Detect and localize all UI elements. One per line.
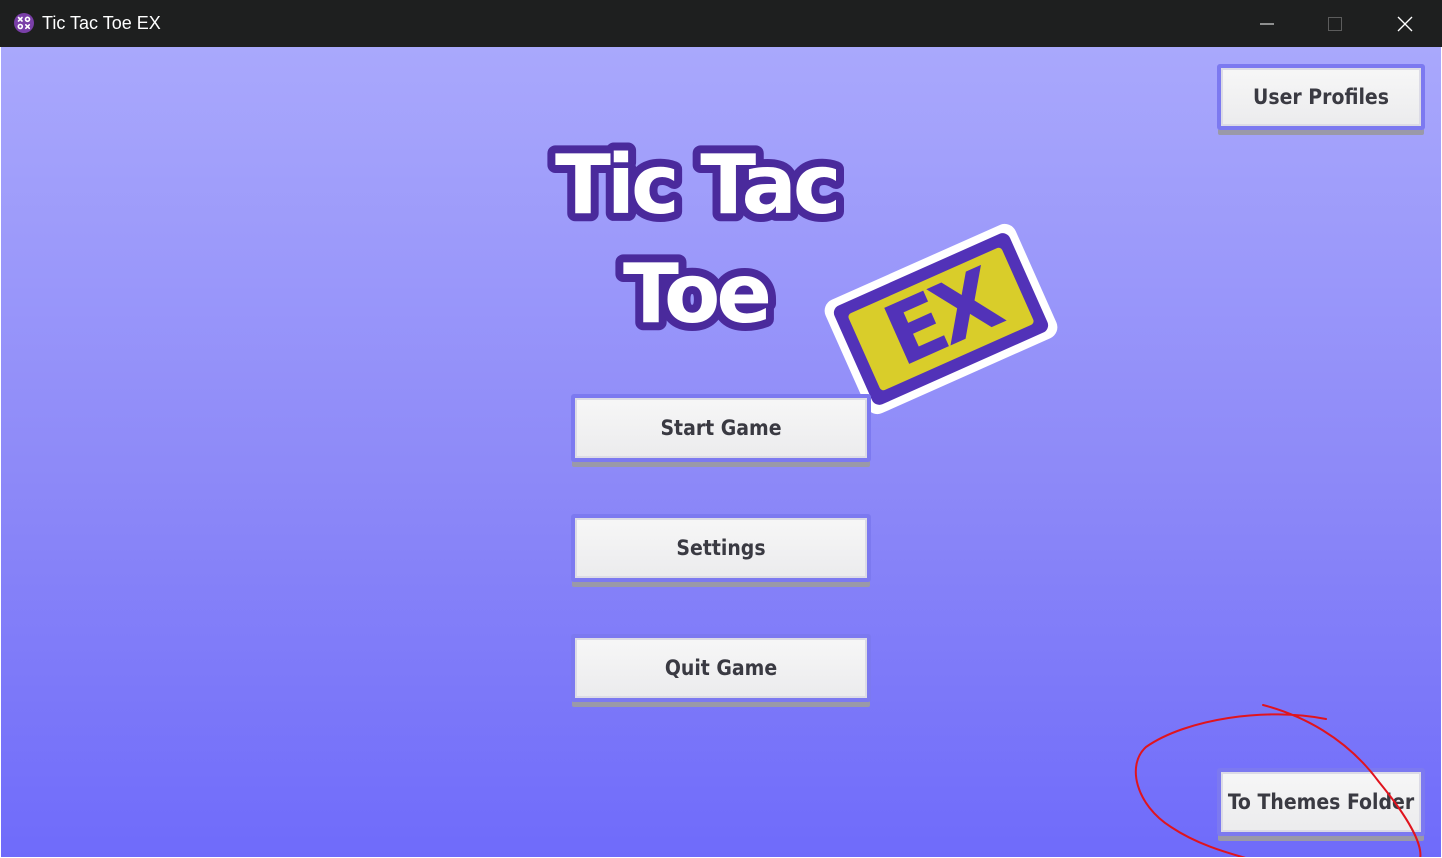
logo-ex-badge: EX [824,223,1058,415]
minimize-button[interactable] [1234,0,1300,47]
app-window: Tic Tac Toe EX Tic Tac Toe EX User Profi… [0,0,1442,858]
main-menu-screen: Tic Tac Toe EX User Profiles Start Game … [1,47,1441,857]
minimize-icon [1260,23,1274,24]
logo-line-2: Toe [623,247,768,342]
user-profiles-button[interactable]: User Profiles [1217,64,1425,130]
start-game-button[interactable]: Start Game [571,394,871,462]
maximize-button[interactable] [1302,0,1368,47]
settings-button[interactable]: Settings [571,514,871,582]
window-title: Tic Tac Toe EX [42,13,161,33]
to-themes-folder-button[interactable]: To Themes Folder [1217,768,1425,836]
quit-game-button[interactable]: Quit Game [571,634,871,702]
maximize-icon [1328,16,1342,31]
tic-tac-toe-app-icon [14,13,34,33]
title-bar[interactable]: Tic Tac Toe EX [0,0,1442,47]
logo-line-1: Tic Tac [555,138,838,233]
close-icon [1397,16,1413,31]
close-button[interactable] [1372,0,1438,47]
